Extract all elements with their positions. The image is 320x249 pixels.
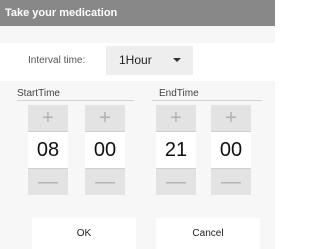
- end-minute-increment-button[interactable]: +: [211, 105, 251, 131]
- interval-label: Interval time:: [28, 55, 86, 66]
- start-hour-decrement-button[interactable]: —: [28, 169, 68, 195]
- start-minute-field[interactable]: 00: [85, 131, 125, 169]
- interval-selected-value: 1Hour: [119, 53, 152, 67]
- end-hour-increment-button[interactable]: +: [156, 105, 196, 131]
- end-time-divider: [152, 100, 262, 101]
- ok-button[interactable]: OK: [32, 218, 136, 249]
- end-minute-decrement-button[interactable]: —: [211, 169, 251, 195]
- dropdown-caret-icon: [173, 58, 181, 62]
- end-time-label: EndTime: [159, 88, 199, 99]
- end-hour-field[interactable]: 21: [156, 131, 196, 169]
- end-minute-field[interactable]: 00: [211, 131, 251, 169]
- start-minute-picker: + 00 —: [85, 105, 125, 195]
- interval-dropdown[interactable]: 1Hour: [106, 46, 193, 75]
- start-hour-field[interactable]: 08: [28, 131, 68, 169]
- dialog-title: Take your medication: [0, 0, 275, 26]
- end-minute-picker: + 00 —: [211, 105, 251, 195]
- start-minute-decrement-button[interactable]: —: [85, 169, 125, 195]
- start-time-divider: [17, 100, 134, 101]
- end-hour-picker: + 21 —: [156, 105, 196, 195]
- start-hour-increment-button[interactable]: +: [28, 105, 68, 131]
- start-time-label: StartTime: [17, 88, 60, 99]
- end-hour-decrement-button[interactable]: —: [156, 169, 196, 195]
- start-minute-increment-button[interactable]: +: [85, 105, 125, 131]
- start-hour-picker: + 08 —: [28, 105, 68, 195]
- cancel-button[interactable]: Cancel: [156, 218, 260, 249]
